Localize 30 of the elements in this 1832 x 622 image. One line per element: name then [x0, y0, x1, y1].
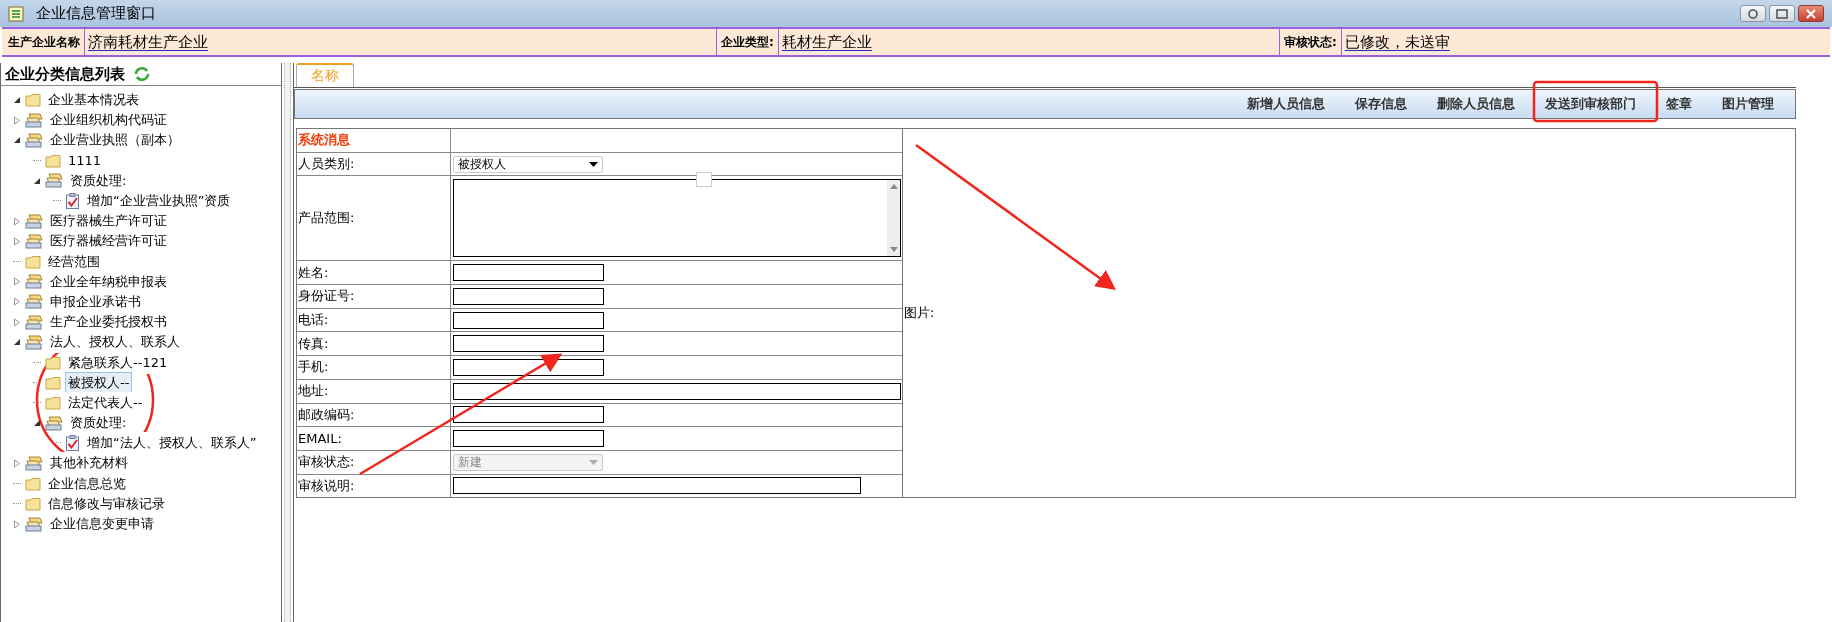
toolbar-button[interactable]: 发送到审核部门: [1530, 95, 1651, 113]
dropdown-field[interactable]: 被授权人: [453, 155, 603, 173]
field-label: 企业类型:: [717, 29, 779, 55]
form-label: 人员类别:: [297, 152, 451, 176]
form-label: 传真:: [297, 332, 451, 356]
form-label: 产品范围:: [297, 176, 451, 261]
form-label: 审核状态:: [297, 450, 451, 474]
form-label: 姓名:: [297, 261, 451, 285]
field-value: 济南耗材生产企业: [87, 31, 209, 53]
toolbar-button[interactable]: 新增人员信息: [1232, 95, 1340, 113]
window-title: 企业信息管理窗口: [36, 4, 156, 23]
form-label: 邮政编码:: [297, 403, 451, 427]
form-label: EMAIL:: [297, 427, 451, 450]
form-label: 审核说明:: [297, 474, 451, 498]
form-label: 地址:: [297, 379, 451, 403]
field-value: 耗材生产企业: [780, 31, 873, 53]
image-label: 图片:: [904, 304, 935, 323]
toolbar-button[interactable]: 图片管理: [1707, 95, 1789, 113]
tree-item[interactable]: 被授权人--: [65, 371, 133, 394]
form-label: 身份证号:: [297, 285, 451, 308]
toolbar-button[interactable]: 保存信息: [1340, 95, 1422, 113]
toolbar-button[interactable]: 删除人员信息: [1422, 95, 1530, 113]
sidebar-title: 企业分类信息列表: [5, 64, 125, 84]
form-label: 系统消息: [297, 129, 451, 152]
form-label: 手机:: [297, 356, 451, 379]
field-label: 审核状态:: [1280, 29, 1342, 55]
toolbar-button[interactable]: 签章: [1651, 95, 1707, 113]
field-value: 已修改，未送审: [1343, 31, 1451, 53]
form-label: 电话:: [297, 308, 451, 332]
field-label: 生产企业名称: [2, 29, 85, 55]
